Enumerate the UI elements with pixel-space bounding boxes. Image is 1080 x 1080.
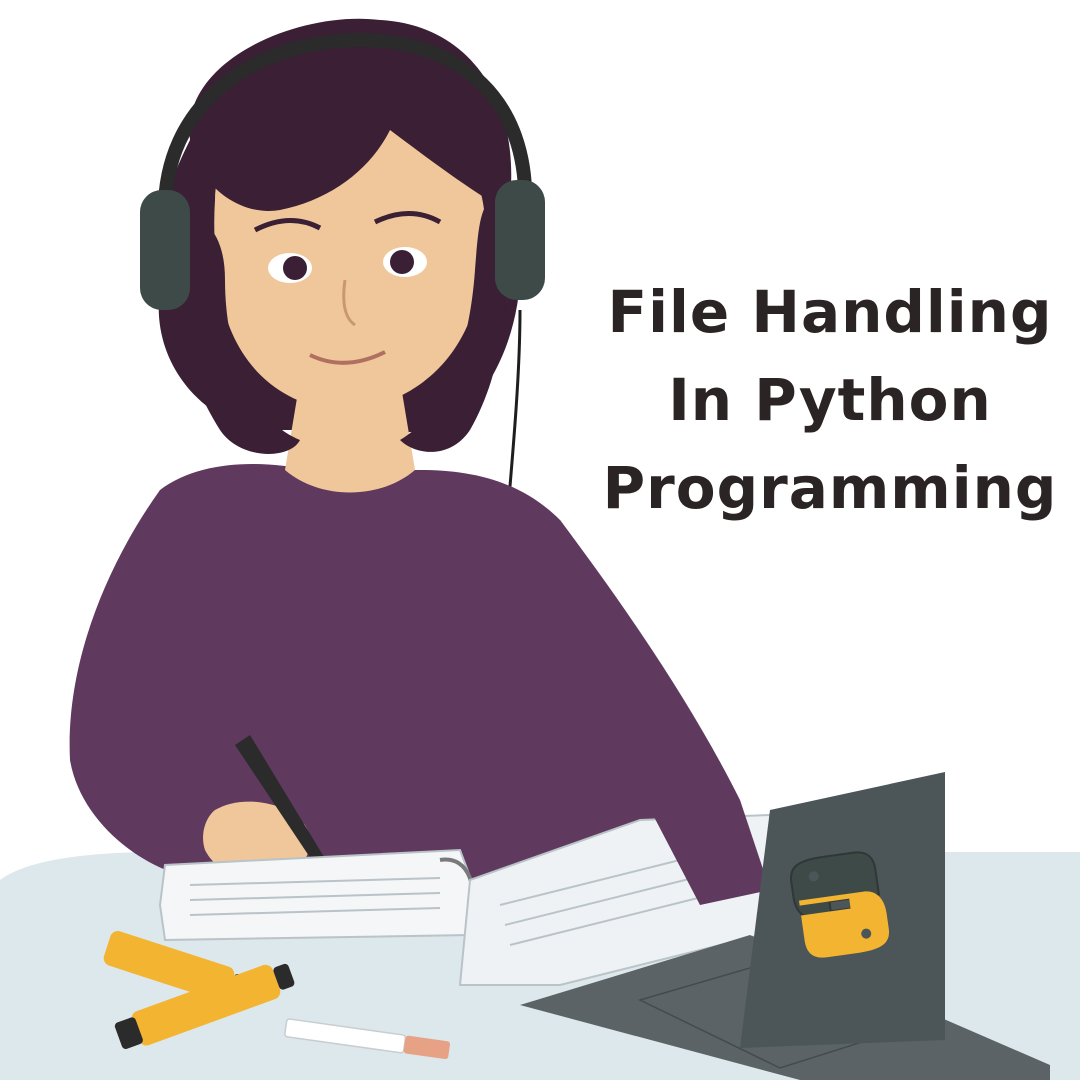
right-pupil: [390, 250, 414, 274]
headline: File Handling In Python Programming: [590, 268, 1070, 532]
left-pupil: [283, 256, 307, 280]
headline-line-2: In Python: [668, 366, 992, 434]
notebook: [158, 848, 477, 942]
headphone-right-cup: [495, 180, 545, 300]
headphone-left-cup: [140, 190, 190, 310]
illustration: [0, 18, 1080, 1080]
headline-line-3: Programming: [602, 454, 1058, 522]
headline-line-1: File Handling: [607, 278, 1053, 346]
